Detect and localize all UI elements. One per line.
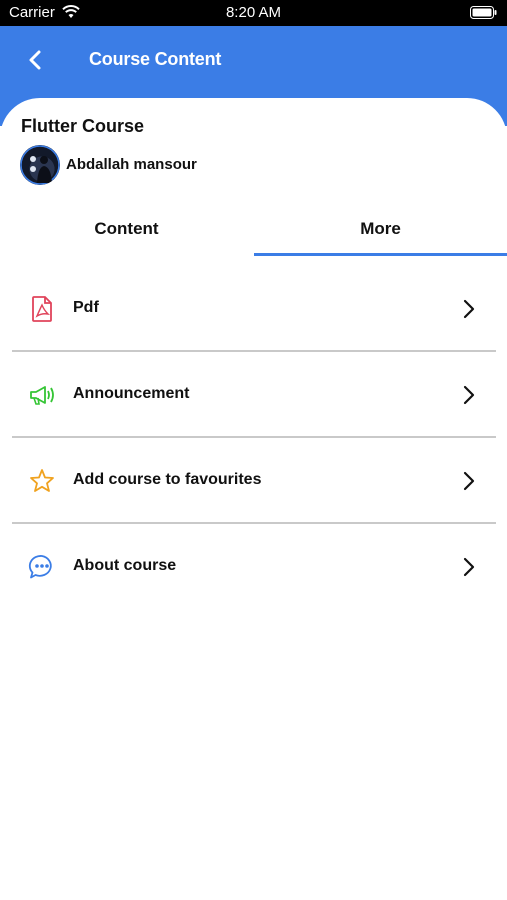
pdf-icon bbox=[32, 296, 52, 322]
chevron-right-icon bbox=[463, 385, 475, 405]
chevron-right-icon bbox=[463, 471, 475, 491]
course-title: Flutter Course bbox=[21, 116, 145, 136]
page-title: Course Content bbox=[89, 49, 222, 69]
chat-bubble-icon bbox=[28, 555, 52, 579]
menu-item-label: Pdf bbox=[73, 299, 99, 316]
status-bar: Carrier 8:20 AM bbox=[0, 0, 507, 26]
star-icon bbox=[30, 469, 54, 492]
back-arrow-icon[interactable] bbox=[22, 46, 50, 74]
megaphone-icon bbox=[30, 386, 54, 405]
tab-indicator bbox=[254, 253, 507, 256]
menu-item-announcement[interactable]: Announcement bbox=[12, 352, 496, 438]
instructor-name: Abdallah mansour bbox=[66, 156, 197, 173]
menu-item-add-to-favourites[interactable]: Add course to favourites bbox=[12, 438, 496, 524]
chevron-right-icon bbox=[463, 557, 475, 577]
menu-item-label: About course bbox=[73, 557, 177, 574]
tab-content[interactable]: Content bbox=[0, 205, 253, 253]
menu-item-about-course[interactable]: About course bbox=[12, 524, 496, 610]
tab-bar: Content More bbox=[0, 205, 507, 257]
menu-item-label: Announcement bbox=[73, 385, 190, 402]
avatar bbox=[20, 145, 60, 185]
menu-item-label: Add course to favourites bbox=[73, 471, 262, 488]
menu-item-pdf[interactable]: Pdf bbox=[12, 266, 496, 352]
tab-more[interactable]: More bbox=[254, 205, 507, 253]
chevron-right-icon bbox=[463, 299, 475, 319]
battery-icon bbox=[470, 6, 497, 19]
clock: 8:20 AM bbox=[225, 4, 282, 21]
